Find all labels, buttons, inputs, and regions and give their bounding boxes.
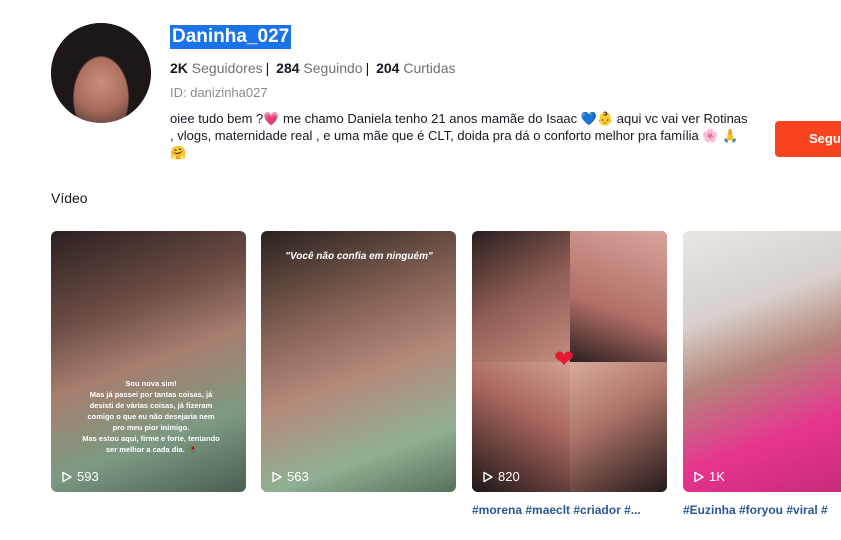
likes-label: Curtidas: [403, 60, 456, 76]
video-thumbnail-part: [472, 231, 570, 362]
video-views: 820: [482, 469, 520, 484]
play-icon: [62, 471, 72, 482]
video-view-count: 1K: [709, 469, 725, 484]
video-view-count: 563: [287, 469, 309, 484]
following-count[interactable]: 284: [276, 60, 299, 76]
video-views: 593: [61, 469, 99, 484]
profile-avatar[interactable]: [51, 23, 151, 123]
heart-icon: ❤: [554, 346, 575, 373]
profile-username: Daninha_027: [170, 25, 292, 49]
followers-count[interactable]: 2K: [170, 60, 188, 76]
avatar-image: [51, 23, 151, 123]
video-views: 1K: [693, 469, 725, 484]
video-card[interactable]: 1K: [683, 231, 841, 492]
video-caption[interactable]: #morena #maeclt #criador #...: [472, 503, 667, 517]
follow-button[interactable]: Seguir: [775, 121, 841, 157]
video-caption[interactable]: #Euzinha #foryou #viral #: [683, 503, 841, 517]
video-card[interactable]: Sou nova sim! Mas já passei por tantas c…: [51, 231, 246, 492]
video-thumbnail-part: [569, 231, 667, 362]
following-label[interactable]: Seguindo: [303, 60, 362, 76]
video-overlay-text: "Você não confia em ninguém": [285, 251, 433, 262]
video-overlay-text: Sou nova sim! Mas já passei por tantas c…: [82, 379, 220, 454]
video-view-count: 820: [498, 469, 520, 484]
video-thumbnail-part: [569, 361, 667, 492]
play-icon: [483, 471, 493, 482]
profile-stats: 2K Seguidores | 284 Seguindo | 204 Curtida…: [170, 60, 456, 76]
play-icon: [272, 471, 282, 482]
profile-id: ID: danizinha027: [170, 85, 268, 100]
video-views: 563: [271, 469, 309, 484]
video-view-count: 593: [77, 469, 99, 484]
followers-label[interactable]: Seguidores: [192, 60, 263, 76]
video-card[interactable]: "Você não confia em ninguém" 563: [261, 231, 456, 492]
likes-count: 204: [376, 60, 400, 76]
video-card[interactable]: ❤ 820: [472, 231, 667, 492]
play-icon: [694, 471, 704, 482]
profile-bio: oiee tudo bem ?💗 me chamo Daniela tenho …: [170, 111, 748, 160]
videos-section-title: Vídeo: [51, 190, 88, 206]
